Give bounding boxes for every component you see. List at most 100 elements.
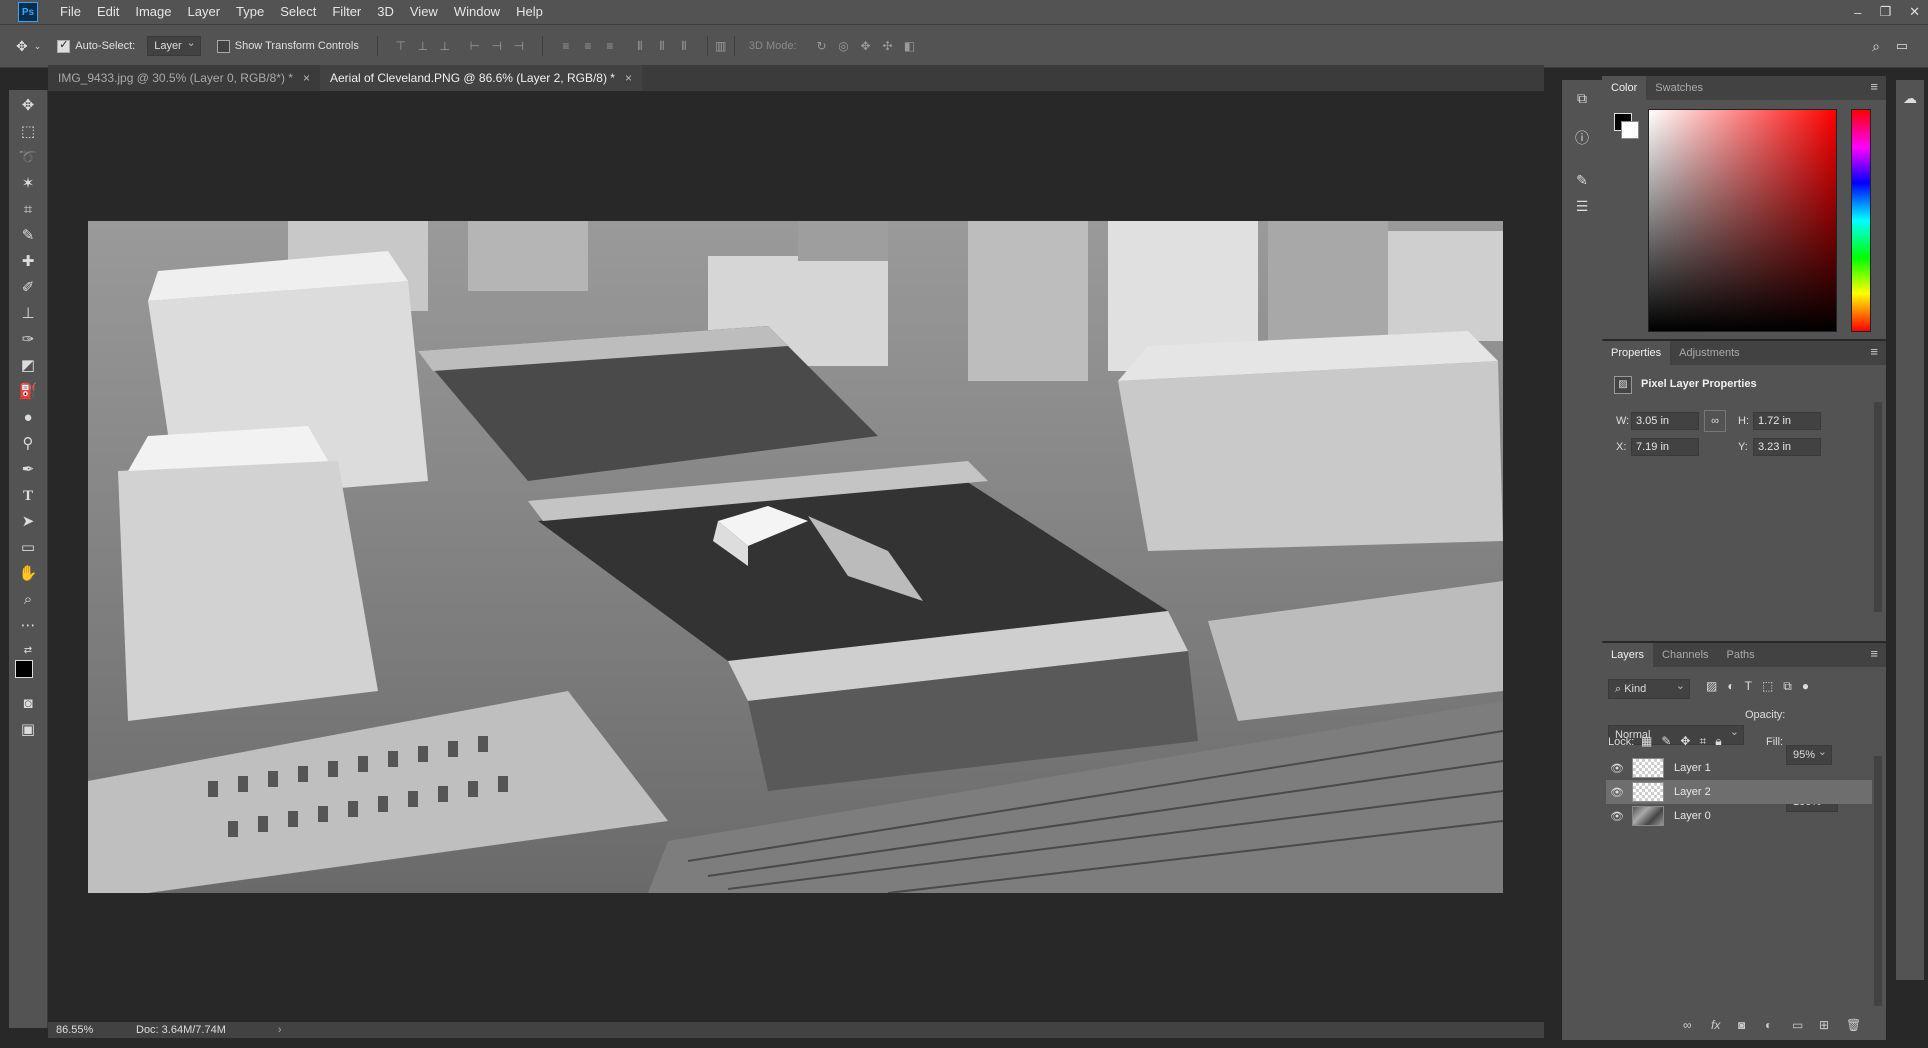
marquee-tool-icon[interactable]: ⬚ — [16, 121, 40, 143]
history-brush-tool-icon[interactable]: ✑ — [16, 329, 40, 351]
lock-position-icon[interactable]: ✥ — [1680, 734, 1690, 749]
menu-layer[interactable]: Layer — [180, 0, 229, 24]
screen-mode-icon[interactable]: ▣ — [16, 719, 40, 741]
paint-bucket-tool-icon[interactable]: ⛽ — [16, 381, 40, 403]
tab-layers[interactable]: Layers — [1602, 643, 1654, 667]
creative-cloud-icon[interactable]: ☁ — [1900, 88, 1920, 108]
tab-img-9433[interactable]: IMG_9433.jpg @ 30.5% (Layer 0, RGB/8*) *… — [48, 65, 320, 91]
auto-select-dropdown[interactable]: Layer — [147, 34, 201, 56]
color-picker-field[interactable] — [1648, 109, 1837, 332]
align-right-icon[interactable]: ⊣ — [512, 39, 526, 53]
new-group-icon[interactable]: ▭ — [1792, 1018, 1803, 1032]
y-field[interactable]: 3.23 in — [1753, 438, 1821, 456]
panel-menu-icon[interactable]: ≡ — [1870, 646, 1878, 661]
brush-tool-icon[interactable]: ✐ — [16, 277, 40, 299]
hand-tool-icon[interactable]: ✋ — [16, 563, 40, 585]
panel-menu-icon[interactable]: ≡ — [1870, 79, 1878, 94]
menu-file[interactable]: File — [52, 0, 89, 24]
layer-kind-filter[interactable]: ⌕ Kind — [1608, 677, 1690, 699]
properties-scrollbar[interactable] — [1874, 402, 1882, 612]
minimize-icon[interactable]: – — [1854, 5, 1861, 20]
smart-object-filter-icon[interactable]: ⧉ — [1783, 679, 1792, 694]
zoom-level[interactable]: 86.55% — [56, 1024, 136, 1036]
menu-3d[interactable]: 3D — [369, 0, 402, 24]
dodge-tool-icon[interactable]: ⚲ — [16, 433, 40, 455]
align-left-icon[interactable]: ⊢ — [468, 39, 482, 53]
history-icon[interactable]: ⧉ — [1572, 88, 1592, 108]
workspace-icon[interactable]: ▭ — [1896, 38, 1908, 54]
fx-icon[interactable]: fx — [1711, 1018, 1720, 1032]
pan-icon[interactable]: ✥ — [859, 39, 873, 53]
width-field[interactable]: 3.05 in — [1631, 412, 1699, 430]
distribute-vcenter-icon[interactable]: ≡ — [581, 39, 595, 53]
lock-all-icon[interactable]: 🔒︎ — [1715, 734, 1721, 749]
menu-filter[interactable]: Filter — [324, 0, 369, 24]
menu-view[interactable]: View — [402, 0, 446, 24]
link-icon[interactable]: ∞ — [1704, 410, 1726, 432]
eyedropper-tool-icon[interactable]: ✎ — [16, 225, 40, 247]
auto-align-icon[interactable]: ▥ — [714, 39, 728, 53]
distribute-right-icon[interactable]: ⦀ — [677, 39, 691, 53]
tab-adjustments[interactable]: Adjustments — [1670, 341, 1749, 365]
path-selection-tool-icon[interactable]: ➤ — [16, 511, 40, 533]
close-icon[interactable]: × — [625, 65, 632, 91]
move-tool-icon[interactable]: ✥ — [16, 38, 28, 55]
layer-row-layer-0[interactable]: 👁 Layer 0 — [1606, 804, 1872, 828]
lock-transparent-icon[interactable]: ▦ — [1641, 734, 1652, 749]
height-field[interactable]: 1.72 in — [1753, 412, 1821, 430]
add-mask-icon[interactable]: ◙ — [1738, 1018, 1745, 1032]
distribute-left-icon[interactable]: ⦀ — [633, 39, 647, 53]
new-layer-icon[interactable]: ⊞ — [1819, 1018, 1829, 1032]
align-top-icon[interactable]: ⊤ — [394, 39, 408, 53]
trash-icon[interactable]: 🗑︎ — [1846, 1018, 1861, 1032]
eraser-tool-icon[interactable]: ◩ — [16, 355, 40, 377]
image-filter-icon[interactable]: ▨ — [1706, 679, 1717, 694]
document-image[interactable] — [88, 221, 1503, 893]
zoom-tool-icon[interactable]: ⌕ — [16, 589, 40, 611]
layer-row-layer-1[interactable]: 👁 Layer 1 — [1606, 756, 1872, 780]
distribute-top-icon[interactable]: ≡ — [559, 39, 573, 53]
menu-help[interactable]: Help — [508, 0, 551, 24]
pen-tool-icon[interactable]: ✒ — [16, 459, 40, 481]
menu-type[interactable]: Type — [228, 0, 272, 24]
close-icon[interactable]: × — [303, 65, 310, 91]
blur-tool-icon[interactable]: ● — [16, 407, 40, 429]
clone-stamp-tool-icon[interactable]: ⊥ — [16, 303, 40, 325]
quick-mask-icon[interactable]: ◙ — [16, 693, 40, 715]
adjust-sliders-icon[interactable]: ☰ — [1572, 196, 1592, 216]
align-hcenter-icon[interactable]: ⊣ — [490, 39, 504, 53]
healing-brush-tool-icon[interactable]: ✚ — [16, 251, 40, 273]
scale-icon[interactable]: ◧ — [903, 39, 917, 53]
new-adjustment-icon[interactable]: ◐ — [1765, 1018, 1772, 1032]
shape-filter-icon[interactable]: ⬚ — [1762, 679, 1773, 694]
panel-menu-icon[interactable]: ≡ — [1870, 344, 1878, 359]
roll-icon[interactable]: ◎ — [837, 39, 851, 53]
foreground-color-swatch[interactable] — [15, 660, 33, 678]
move-tool-icon[interactable]: ✥ — [16, 95, 40, 117]
type-filter-icon[interactable]: T — [1745, 679, 1752, 694]
visibility-eye-icon[interactable]: 👁 — [1610, 810, 1624, 823]
chevron-down-icon[interactable]: ⌄ — [34, 41, 42, 52]
info-icon[interactable]: ⓘ — [1572, 128, 1592, 148]
tab-properties[interactable]: Properties — [1602, 341, 1671, 365]
align-bottom-icon[interactable]: ⊥ — [438, 39, 452, 53]
hue-slider[interactable] — [1851, 109, 1871, 332]
slide-icon[interactable]: ✣ — [881, 39, 895, 53]
adjustment-filter-icon[interactable]: ◐ — [1727, 679, 1734, 694]
menu-image[interactable]: Image — [127, 0, 179, 24]
auto-select-checkbox[interactable]: Auto-Select: — [57, 38, 135, 53]
filter-toggle-icon[interactable]: ● — [1802, 679, 1809, 694]
lasso-tool-icon[interactable]: ➰ — [16, 147, 40, 169]
crop-tool-icon[interactable]: ⌗ — [16, 199, 40, 221]
menu-select[interactable]: Select — [272, 0, 324, 24]
background-color-swatch[interactable] — [1621, 121, 1639, 139]
tab-aerial-of-cleveland[interactable]: Aerial of Cleveland.PNG @ 86.6% (Layer 2… — [319, 65, 642, 91]
x-field[interactable]: 7.19 in — [1631, 438, 1699, 456]
lock-image-icon[interactable]: ✎ — [1661, 734, 1671, 749]
visibility-eye-icon[interactable]: 👁 — [1610, 786, 1624, 799]
layer-row-layer-2[interactable]: 👁 Layer 2 — [1606, 780, 1872, 804]
visibility-eye-icon[interactable]: 👁 — [1610, 762, 1624, 775]
link-layers-icon[interactable]: ∞ — [1683, 1018, 1692, 1032]
tab-color[interactable]: Color — [1602, 76, 1647, 100]
restore-icon[interactable]: ❐ — [1879, 4, 1891, 20]
